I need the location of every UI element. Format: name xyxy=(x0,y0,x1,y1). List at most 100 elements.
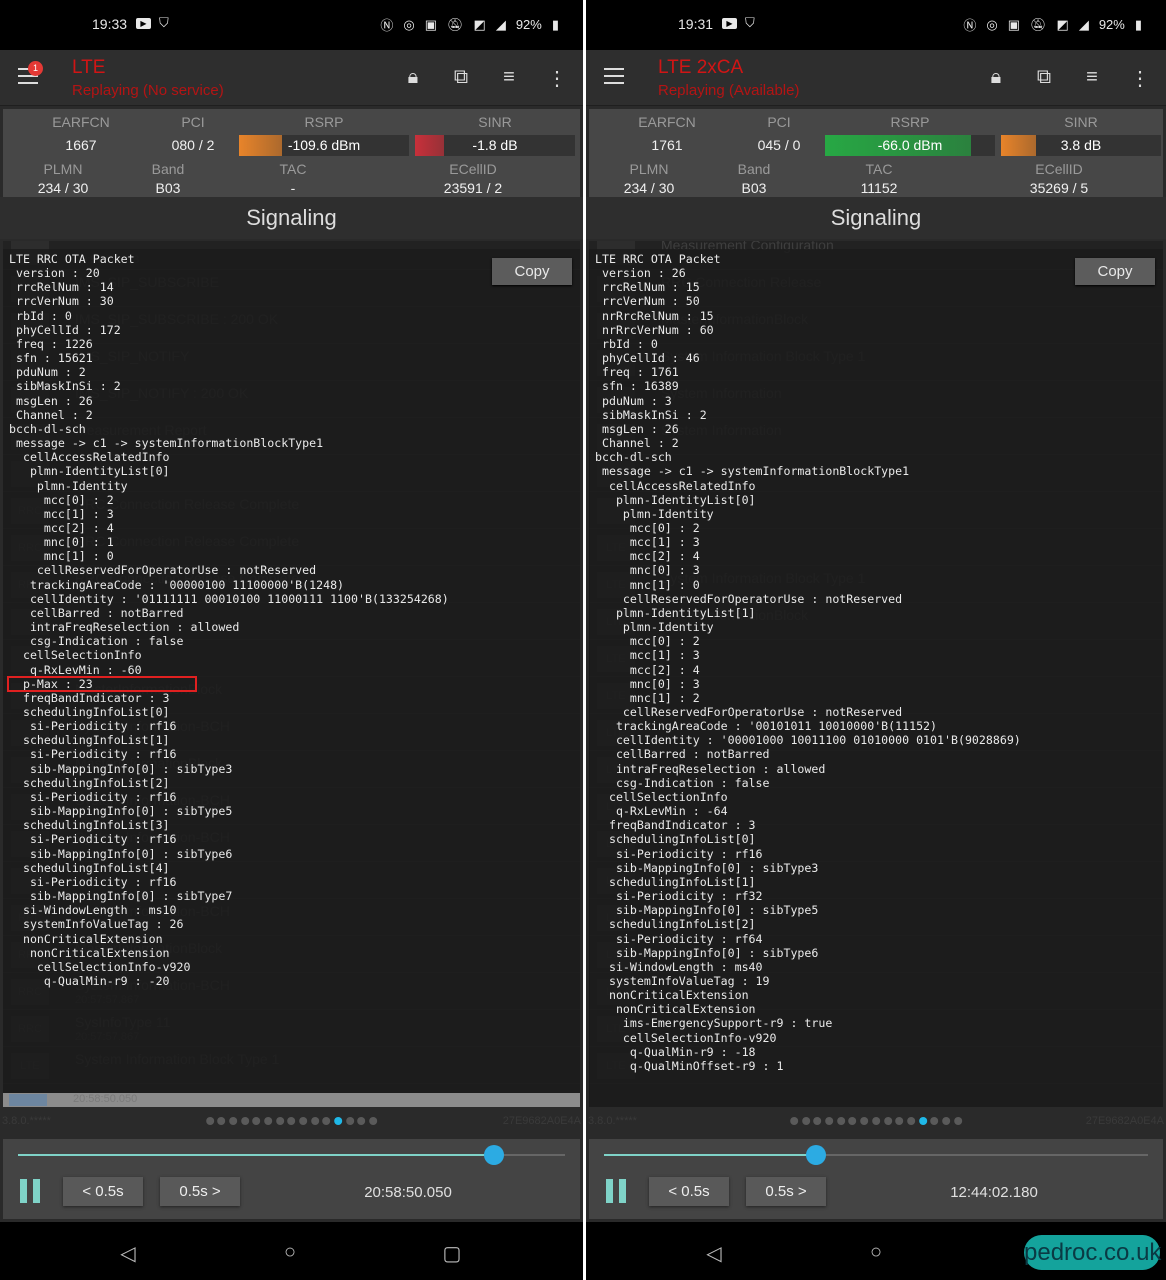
signaling-list[interactable]: 20:57:37.183IMS_SIP_SUBSCRIBEIMS_SIP_SUB… xyxy=(3,241,580,1107)
selected-list-item[interactable]: 20:58:50.050 xyxy=(3,1093,580,1107)
packet-line: bcch-dl-sch xyxy=(595,450,672,465)
packet-detail-popup: LTE RRC OTA Packet version : 26 rrcRelNu… xyxy=(589,249,1163,1107)
packet-line: si-Periodicity : rf16 xyxy=(9,719,177,734)
pause-icon[interactable] xyxy=(606,1179,630,1203)
page-dot[interactable] xyxy=(883,1117,892,1125)
page-dot[interactable] xyxy=(953,1117,962,1125)
page-dot[interactable] xyxy=(357,1117,366,1125)
page-dot[interactable] xyxy=(801,1117,810,1125)
no-sim-icon: ◩ xyxy=(473,16,486,32)
pause-icon[interactable] xyxy=(20,1179,44,1203)
step-back-button[interactable]: < 0.5s xyxy=(649,1177,729,1206)
packet-line: nonCriticalExtension xyxy=(595,1002,756,1017)
packet-line: cellBarred : notBarred xyxy=(595,747,770,762)
section-title: Signaling xyxy=(0,197,583,239)
step-forward-button[interactable]: 0.5s > xyxy=(160,1177,240,1206)
page-indicator-row: 3.8.0.***** 27E9682A0E4A xyxy=(0,1110,583,1134)
page-dot[interactable] xyxy=(942,1117,951,1125)
packet-line: sibMaskInSi : 2 xyxy=(595,407,707,422)
page-dot[interactable] xyxy=(217,1117,226,1125)
watermark: pedroc.co.uk xyxy=(1024,1235,1161,1270)
page-dot[interactable] xyxy=(813,1117,822,1125)
volte-icon: ▣ xyxy=(1007,16,1020,32)
packet-line: q-QualMinOffset-r9 : 1 xyxy=(595,1058,784,1073)
packet-line: cellAccessRelatedInfo xyxy=(9,450,170,465)
network-title: LTE xyxy=(72,57,106,78)
page-dot[interactable] xyxy=(299,1117,308,1125)
page-dot[interactable] xyxy=(287,1117,296,1125)
page-dot[interactable] xyxy=(918,1117,927,1125)
page-dot[interactable] xyxy=(252,1117,261,1125)
step-back-button[interactable]: < 0.5s xyxy=(63,1177,143,1206)
packet-line: cellIdentity : '00001000 10011100 010100… xyxy=(595,733,1021,748)
packet-text: LTE RRC OTA Packet version : 20 rrcRelNu… xyxy=(9,252,449,988)
sinr-bar: -1.8 dB xyxy=(415,135,575,156)
recents-nav-icon[interactable]: ▢ xyxy=(440,1241,464,1266)
replay-slider[interactable] xyxy=(18,1145,565,1165)
page-dot[interactable] xyxy=(345,1117,354,1125)
replay-slider[interactable] xyxy=(604,1145,1148,1165)
step-forward-button[interactable]: 0.5s > xyxy=(746,1177,826,1206)
page-dot[interactable] xyxy=(322,1117,331,1125)
packet-line: schedulingInfoList[1] xyxy=(595,874,756,889)
lock-icon[interactable]: 🔒︎ xyxy=(401,66,425,91)
packet-line: si-Periodicity : rf32 xyxy=(595,889,763,904)
copy-button[interactable]: Copy xyxy=(1075,258,1155,285)
page-dot[interactable] xyxy=(930,1117,939,1125)
packet-line: systemInfoValueTag : 26 xyxy=(9,917,184,932)
packet-line: nonCriticalExtension xyxy=(9,931,163,946)
page-dot[interactable] xyxy=(205,1117,214,1125)
rsrp-bar: -66.0 dBm xyxy=(825,135,995,156)
home-nav-icon[interactable]: ○ xyxy=(278,1241,302,1264)
rsrp-value: -109.6 dBm xyxy=(287,137,361,153)
nfc-icon: Ⓝ xyxy=(380,18,394,33)
page-dot[interactable] xyxy=(860,1117,869,1125)
page-dot[interactable] xyxy=(264,1117,273,1125)
page-dot[interactable] xyxy=(907,1117,916,1125)
slider-fill xyxy=(18,1154,494,1156)
page-dot[interactable] xyxy=(872,1117,880,1125)
page-dot[interactable] xyxy=(836,1117,845,1125)
packet-line: phyCellId : 46 xyxy=(595,351,700,366)
home-nav-icon[interactable]: ○ xyxy=(864,1241,888,1264)
page-dot[interactable] xyxy=(310,1117,319,1125)
app-version: 3.8.0.***** xyxy=(588,1115,637,1127)
more-vert-icon[interactable]: ⋮ xyxy=(1128,66,1152,91)
page-dot[interactable] xyxy=(275,1117,284,1125)
filter-icon[interactable]: ≡ xyxy=(497,66,521,91)
open-external-icon[interactable]: ⧉ xyxy=(449,66,473,91)
page-dot[interactable] xyxy=(848,1117,857,1125)
band-value: B03 xyxy=(155,180,181,196)
packet-line: mcc[1] : 3 xyxy=(595,648,700,663)
page-dot[interactable] xyxy=(240,1117,249,1125)
packet-line: cellReservedForOperatorUse : notReserved xyxy=(595,705,903,719)
page-dot[interactable] xyxy=(229,1117,238,1125)
open-external-icon[interactable]: ⧉ xyxy=(1032,66,1056,91)
filter-icon[interactable]: ≡ xyxy=(1080,66,1104,91)
copy-button[interactable]: Copy xyxy=(492,258,572,285)
lock-icon[interactable]: 🔒︎ xyxy=(984,66,1008,91)
back-nav-icon[interactable]: ◁ xyxy=(116,1241,140,1266)
packet-line: msgLen : 26 xyxy=(595,421,679,436)
phone-screen-right: 19:31 ▶ ⛉ Ⓝ ◎ ▣ 🔕︎ ◩ ◢ 92% ▮ LTE 2xCA Re… xyxy=(586,0,1166,1280)
signaling-list[interactable]: Measurement ConfigurationRRC Connection … xyxy=(589,241,1163,1107)
packet-line: rrcVerNum : 50 xyxy=(595,294,700,309)
menu-icon[interactable] xyxy=(604,68,624,84)
sinr-bar: 3.8 dB xyxy=(1001,135,1161,156)
back-nav-icon[interactable]: ◁ xyxy=(702,1241,726,1266)
packet-line: plmn-IdentityList[0] xyxy=(9,464,170,479)
packet-line: mcc[0] : 2 xyxy=(595,634,700,649)
page-dot[interactable] xyxy=(895,1117,904,1125)
page-dot[interactable] xyxy=(334,1117,343,1125)
slider-thumb[interactable] xyxy=(483,1145,504,1165)
packet-line: mcc[1] : 3 xyxy=(595,535,700,550)
status-time: 19:33 xyxy=(92,16,128,32)
page-dot[interactable] xyxy=(790,1117,799,1125)
battery-icon: ▮ xyxy=(1134,16,1142,32)
slider-thumb[interactable] xyxy=(806,1145,827,1165)
packet-line: rrcRelNum : 14 xyxy=(9,280,114,295)
packet-line: intraFreqReselection : allowed xyxy=(595,761,826,776)
page-dot[interactable] xyxy=(369,1117,378,1125)
page-dot[interactable] xyxy=(825,1117,834,1125)
more-vert-icon[interactable]: ⋮ xyxy=(545,66,569,91)
